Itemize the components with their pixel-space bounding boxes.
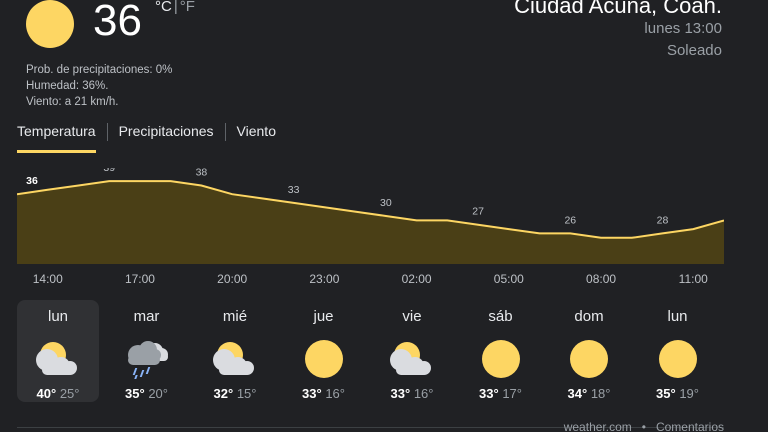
- partly-cloudy-icon: [213, 339, 257, 379]
- forecast-low: 16°: [325, 386, 345, 401]
- location-city: Ciudad Acuña, Coah.: [514, 0, 722, 18]
- cloud-part: [219, 365, 251, 375]
- forecast-high: 33°: [479, 386, 499, 401]
- forecast-high: 33°: [302, 386, 322, 401]
- forecast-high: 35°: [125, 386, 145, 401]
- chart-data-label: 33: [288, 184, 300, 196]
- forecast-high: 32°: [213, 386, 234, 401]
- sun-icon: [302, 339, 346, 379]
- cloud-part: [42, 365, 74, 375]
- forecast-high: 35°: [656, 386, 676, 401]
- chart-data-label: 26: [564, 214, 576, 226]
- cloud-shape: [213, 339, 257, 379]
- forecast-low: 25°: [59, 386, 80, 401]
- humidity-text: Humedad: 36%.: [26, 80, 109, 92]
- chart-data-label: 27: [472, 206, 484, 218]
- chart-hour-labels: 14:00 17:00 20:00 23:00 02:00 05:00 08:00 11:00: [17, 272, 724, 288]
- wind-text: Viento: a 21 km/h.: [26, 96, 119, 108]
- forecast-day[interactable]: mié 32° 15°: [194, 300, 276, 402]
- forecast-low: 17°: [502, 386, 522, 401]
- forecast-day-name: vie: [402, 308, 422, 325]
- forecast-day-name: dom: [574, 308, 604, 325]
- fahrenheit-unit-button[interactable]: °F: [180, 0, 195, 15]
- forecast-low: 20°: [148, 386, 168, 401]
- forecast-low: 19°: [679, 386, 699, 401]
- sun-shape: [570, 340, 608, 378]
- chart-tick-label: 08:00: [586, 272, 617, 286]
- source-link[interactable]: weather.com: [564, 420, 632, 432]
- chart-tick-label: 11:00: [678, 272, 708, 286]
- forecast-day-name: lun: [667, 308, 688, 325]
- location-panel: Ciudad Acuña, Coah. lunes 13:00 Soleado: [514, 0, 722, 62]
- sun-shape: [481, 340, 520, 378]
- sun-icon: [567, 339, 611, 379]
- forecast-day-name: mar: [133, 308, 160, 325]
- cloud-part: [396, 365, 428, 375]
- chart-area: [17, 181, 724, 264]
- forecast-low: 15°: [236, 386, 257, 401]
- forecast-high: 40°: [36, 386, 57, 401]
- partly-cloudy-icon: [36, 339, 80, 379]
- sun-icon: [479, 339, 523, 379]
- unit-separator: |: [173, 0, 178, 15]
- chart-tick-label: 20:00: [217, 272, 248, 286]
- feedback-link[interactable]: Comentarios: [656, 420, 724, 432]
- chart-data-label: 28: [657, 214, 669, 226]
- chart-tick-label: 02:00: [401, 272, 432, 286]
- temperature-chart[interactable]: 36 39 38 33 30 27 26 28: [17, 168, 724, 264]
- chart-data-label: 36: [26, 175, 38, 187]
- forecast-day-name: lun: [47, 308, 69, 325]
- tab-divider: [106, 123, 108, 141]
- location-time: lunes 13:00: [644, 20, 722, 37]
- forecast-day[interactable]: jue 33° 16°: [283, 300, 365, 402]
- forecast-day[interactable]: lun 35° 19°: [637, 300, 719, 402]
- chart-tabs: Temperatura Precipitaciones Viento: [17, 121, 276, 153]
- footer: weather.com • Comentarios: [564, 420, 724, 432]
- location-condition: Soleado: [666, 42, 722, 59]
- cloud-shape: [390, 339, 434, 379]
- partly-cloudy-icon: [390, 339, 434, 379]
- forecast-day[interactable]: sáb 33° 17°: [460, 300, 542, 402]
- sun-shape: [304, 340, 343, 378]
- rain-cloud-icon: [125, 339, 169, 379]
- tab-divider: [224, 123, 226, 141]
- forecast-day-name: mié: [222, 308, 248, 325]
- forecast-day-name: sáb: [488, 308, 513, 325]
- tab-temperature[interactable]: Temperatura: [17, 121, 96, 153]
- chart-tick-label: 23:00: [309, 272, 340, 286]
- chart-tick-label: 14:00: [32, 272, 63, 286]
- forecast-low: 18°: [590, 386, 611, 401]
- sun-shape: [658, 340, 697, 378]
- forecast-low: 16°: [413, 386, 434, 401]
- daily-forecast: lun 40° 25° mar 35° 20° mié 32° 15° jue 33° 16°…: [17, 300, 725, 402]
- current-details: Prob. de precipitaciones: 0% Humedad: 36…: [26, 62, 172, 110]
- forecast-day[interactable]: mar 35° 20°: [106, 300, 188, 402]
- chart-tick-label: 05:00: [493, 272, 524, 286]
- precipitation-text: Prob. de precipitaciones: 0%: [26, 64, 173, 76]
- forecast-day[interactable]: dom 34° 18°: [548, 300, 630, 402]
- tab-precipitation[interactable]: Precipitaciones: [119, 121, 214, 153]
- current-temperature: 36: [93, 0, 142, 45]
- sun-icon: [656, 339, 700, 379]
- cloud-part: [127, 355, 160, 365]
- forecast-day[interactable]: vie 33° 16°: [371, 300, 453, 402]
- forecast-day-name: jue: [313, 308, 334, 325]
- tab-wind[interactable]: Viento: [237, 121, 276, 153]
- chart-tick-label: 17:00: [124, 272, 155, 286]
- sun-icon: [26, 0, 74, 48]
- forecast-high: 33°: [390, 386, 411, 401]
- chart-data-label: 30: [380, 197, 392, 209]
- chart-data-label: 38: [196, 168, 208, 178]
- celsius-unit-button[interactable]: °C: [155, 0, 172, 15]
- unit-toggle: °C | °F: [155, 0, 195, 15]
- chart-data-label: 39: [103, 168, 115, 174]
- footer-separator: •: [641, 420, 646, 432]
- forecast-high: 34°: [567, 386, 588, 401]
- forecast-day[interactable]: lun 40° 25°: [17, 300, 99, 402]
- cloud-shape: [36, 339, 80, 379]
